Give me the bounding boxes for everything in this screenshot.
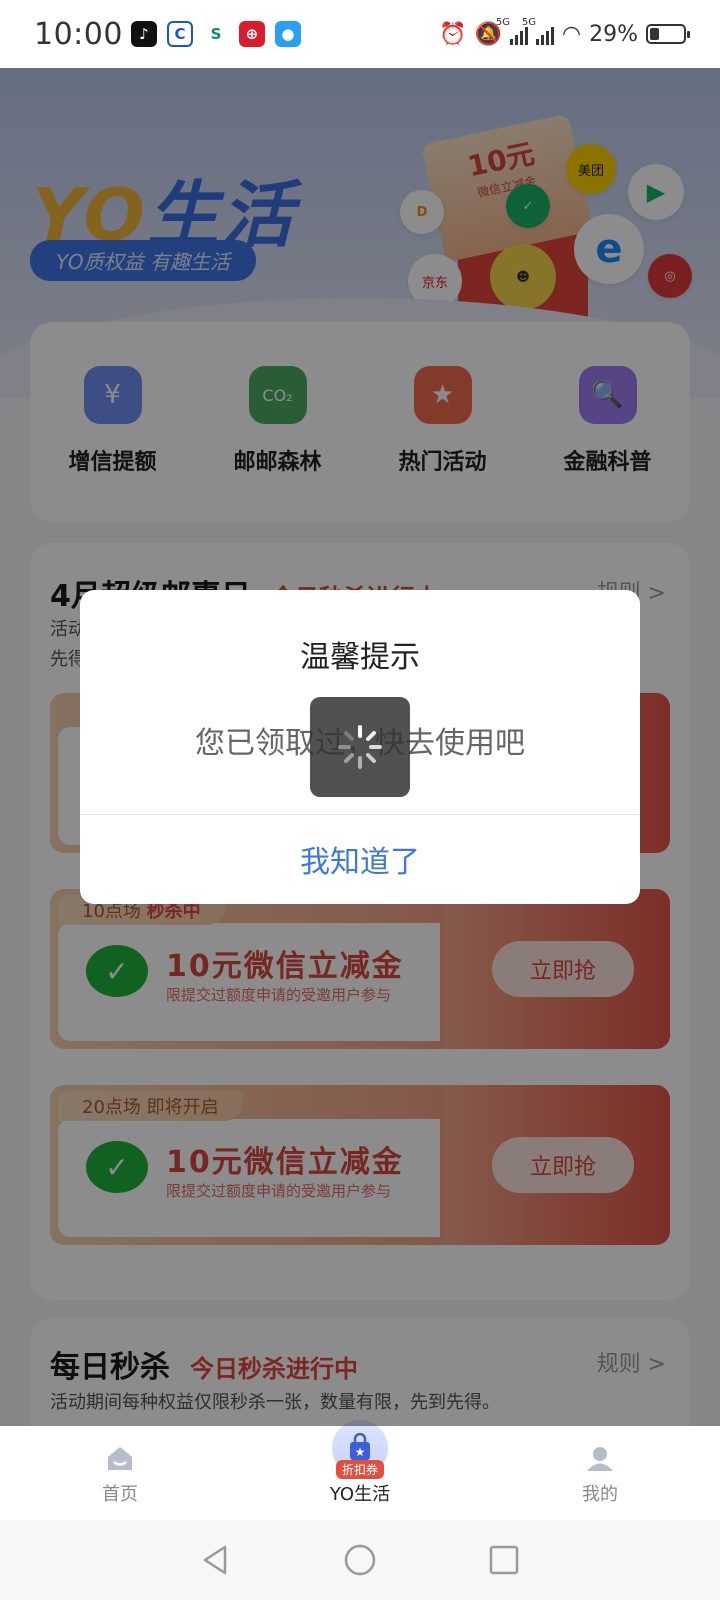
svg-text:★: ★	[355, 1445, 366, 1459]
message-app-icon: ●	[274, 21, 301, 47]
spinner-icon	[338, 725, 382, 769]
bank-app-icon: C	[166, 21, 193, 47]
nav-home-label: 首页	[102, 1484, 138, 1505]
back-icon[interactable]	[199, 1543, 233, 1577]
nav-home[interactable]: 首页	[0, 1426, 240, 1520]
confirm-button[interactable]: 我知道了	[80, 814, 640, 904]
loading-spinner	[310, 697, 410, 797]
bottom-nav: 首页 ★ 折扣券 YO生活 我的	[0, 1420, 720, 1520]
discount-tag: 折扣券	[335, 1460, 384, 1479]
profile-icon	[587, 1447, 613, 1471]
wifi-icon: ◠	[561, 21, 582, 47]
home-circle-icon[interactable]	[343, 1543, 377, 1577]
status-bar: 10:00 ♪ C S ⊕ ● ⏰ 🔕 5G 5G ◠ 29%	[0, 0, 720, 68]
recents-square-icon[interactable]	[487, 1543, 521, 1577]
tiktok-icon: ♪	[130, 21, 157, 47]
nav-mine-label: 我的	[582, 1484, 618, 1505]
home-icon	[108, 1447, 132, 1470]
battery-icon	[646, 24, 690, 44]
status-app-icons: ♪ C S ⊕ ●	[130, 21, 301, 47]
dialog-title: 温馨提示	[300, 640, 420, 675]
nav-mine[interactable]: 我的	[480, 1426, 720, 1520]
signal-icon-2: 5G	[522, 17, 554, 45]
nav-yo-life[interactable]: ★ 折扣券 YO生活	[240, 1420, 480, 1520]
status-indicators: ⏰ 🔕 5G 5G ◠ 29%	[439, 17, 690, 47]
nav-yo-life-label: YO生活	[329, 1484, 391, 1505]
battery-percent: 29%	[589, 21, 638, 47]
alarm-icon: ⏰	[439, 21, 467, 47]
status-time: 10:00	[34, 16, 123, 52]
system-nav-bar	[0, 1520, 720, 1600]
state-grid-icon: S	[202, 21, 229, 47]
boc-app-icon: ⊕	[238, 21, 265, 47]
